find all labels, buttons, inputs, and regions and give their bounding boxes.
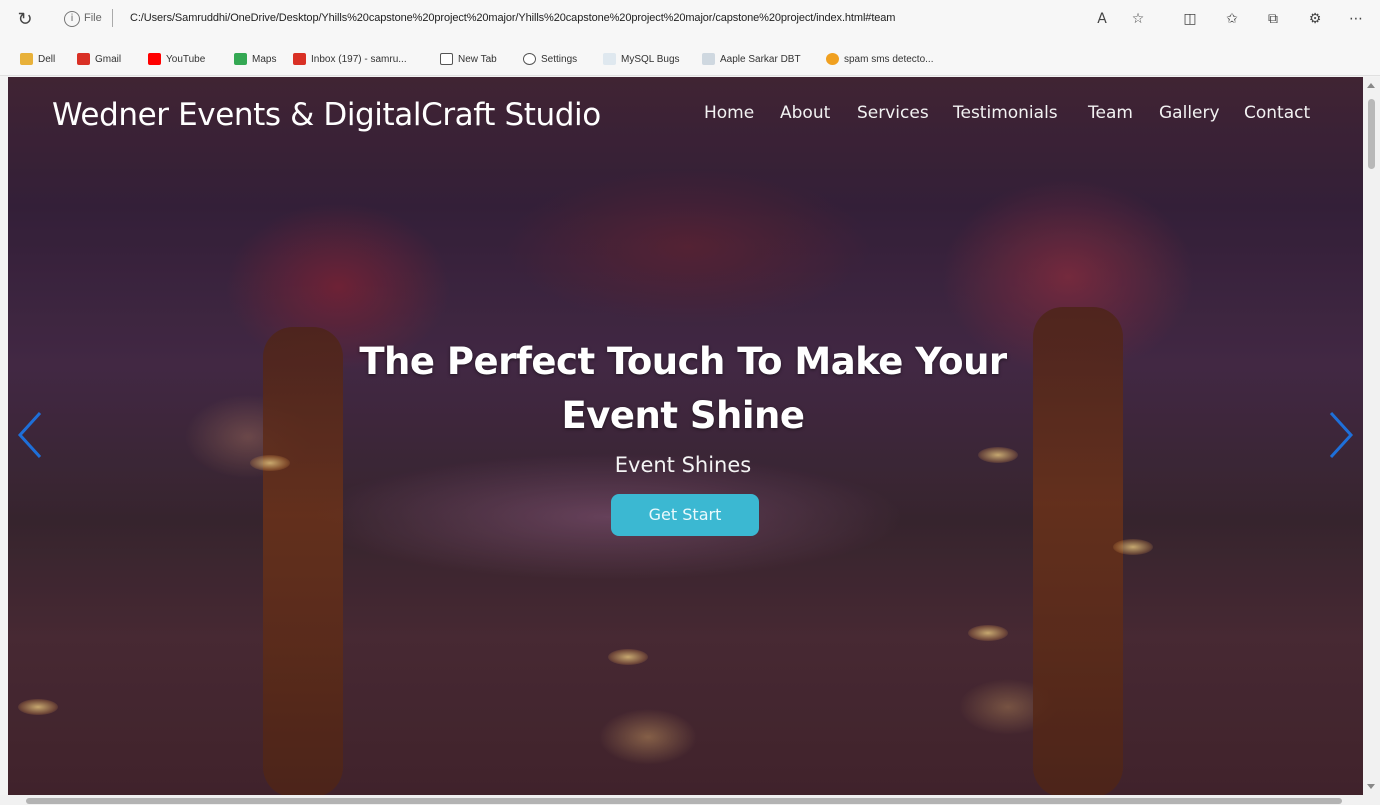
favorites-icon[interactable]: ✩ bbox=[1222, 9, 1242, 29]
scroll-up-icon[interactable] bbox=[1367, 83, 1375, 88]
bookmark-item[interactable]: YouTube bbox=[148, 51, 205, 67]
bookmark-item[interactable]: Inbox (197) - samru... bbox=[293, 51, 407, 67]
page-icon bbox=[440, 53, 453, 65]
horizontal-scrollbar[interactable] bbox=[0, 795, 1380, 805]
extensions-icon[interactable]: ⚙ bbox=[1305, 9, 1325, 29]
divider bbox=[112, 9, 113, 27]
bookmark-item[interactable]: Dell bbox=[20, 51, 55, 67]
vertical-scrollbar[interactable] bbox=[1363, 77, 1380, 795]
bookmark-item[interactable]: Maps bbox=[234, 51, 276, 67]
bookmark-label: New Tab bbox=[458, 53, 497, 65]
nav-contact[interactable]: Contact bbox=[1244, 103, 1310, 123]
scroll-down-icon[interactable] bbox=[1367, 784, 1375, 789]
bookmark-label: MySQL Bugs bbox=[621, 53, 680, 65]
site-brand[interactable]: Wedner Events & DigitalCraft Studio bbox=[52, 97, 601, 133]
file-label: File bbox=[84, 12, 102, 24]
bookmark-label: Inbox (197) - samru... bbox=[311, 53, 407, 65]
bookmark-item[interactable]: Settings bbox=[523, 51, 577, 67]
bookmark-label: Dell bbox=[38, 53, 56, 65]
reload-icon[interactable]: ↻ bbox=[14, 8, 36, 30]
hero-subtitle: Event Shines bbox=[614, 453, 752, 477]
gear-icon bbox=[523, 53, 536, 65]
hero-title: The Perfect Touch To Make Your Event Shi… bbox=[359, 340, 1007, 437]
bookmarks-bar: Dell Gmail YouTube Maps Inbox (197) - sa… bbox=[0, 40, 1380, 76]
bookmark-item[interactable]: Gmail bbox=[77, 51, 121, 67]
carousel-prev-icon[interactable] bbox=[14, 409, 46, 461]
bookmark-item[interactable]: Aaple Sarkar DBT bbox=[702, 51, 801, 67]
nav-testimonials[interactable]: Testimonials bbox=[953, 103, 1058, 123]
nav-team[interactable]: Team bbox=[1088, 103, 1133, 123]
bookmark-label: Maps bbox=[252, 53, 277, 65]
mysql-icon bbox=[603, 53, 616, 65]
youtube-icon bbox=[148, 53, 161, 65]
bookmark-icon bbox=[702, 53, 715, 65]
folder-icon bbox=[20, 53, 33, 65]
nav-about[interactable]: About bbox=[780, 103, 830, 123]
nav-home[interactable]: Home bbox=[704, 103, 754, 123]
maps-icon bbox=[234, 53, 247, 65]
get-start-button[interactable]: Get Start bbox=[611, 494, 759, 536]
bookmark-icon bbox=[826, 53, 839, 65]
scrollbar-thumb[interactable] bbox=[1368, 99, 1375, 169]
info-icon[interactable]: i bbox=[64, 11, 80, 27]
page-viewport: Wedner Events & DigitalCraft Studio Home… bbox=[8, 77, 1363, 795]
bookmark-item[interactable]: New Tab bbox=[440, 51, 497, 67]
browser-address-bar: ↻ i File C:/Users/Samruddhi/OneDrive/Des… bbox=[0, 0, 1380, 40]
favorite-star-icon[interactable]: ☆ bbox=[1128, 9, 1148, 29]
nav-gallery[interactable]: Gallery bbox=[1159, 103, 1220, 123]
bookmark-item[interactable]: MySQL Bugs bbox=[603, 51, 680, 67]
collections-icon[interactable]: ⧉ bbox=[1263, 9, 1283, 29]
nav-services[interactable]: Services bbox=[857, 103, 929, 123]
bookmark-item[interactable]: spam sms detecto... bbox=[826, 51, 933, 67]
bookmark-label: YouTube bbox=[166, 53, 206, 65]
bookmark-label: Aaple Sarkar DBT bbox=[720, 53, 801, 65]
bookmark-label: Settings bbox=[541, 53, 578, 65]
read-aloud-icon[interactable]: A bbox=[1092, 9, 1112, 29]
carousel-next-icon[interactable] bbox=[1325, 409, 1357, 461]
bookmark-label: spam sms detecto... bbox=[844, 53, 934, 65]
more-menu-icon[interactable]: ⋯ bbox=[1346, 9, 1366, 29]
gmail-icon bbox=[77, 53, 90, 65]
bookmark-label: Gmail bbox=[95, 53, 122, 65]
scrollbar-thumb[interactable] bbox=[26, 798, 1342, 804]
url-field[interactable]: C:/Users/Samruddhi/OneDrive/Desktop/Yhil… bbox=[130, 12, 895, 24]
split-screen-icon[interactable]: ◫ bbox=[1180, 9, 1200, 29]
gmail-icon bbox=[293, 53, 306, 65]
